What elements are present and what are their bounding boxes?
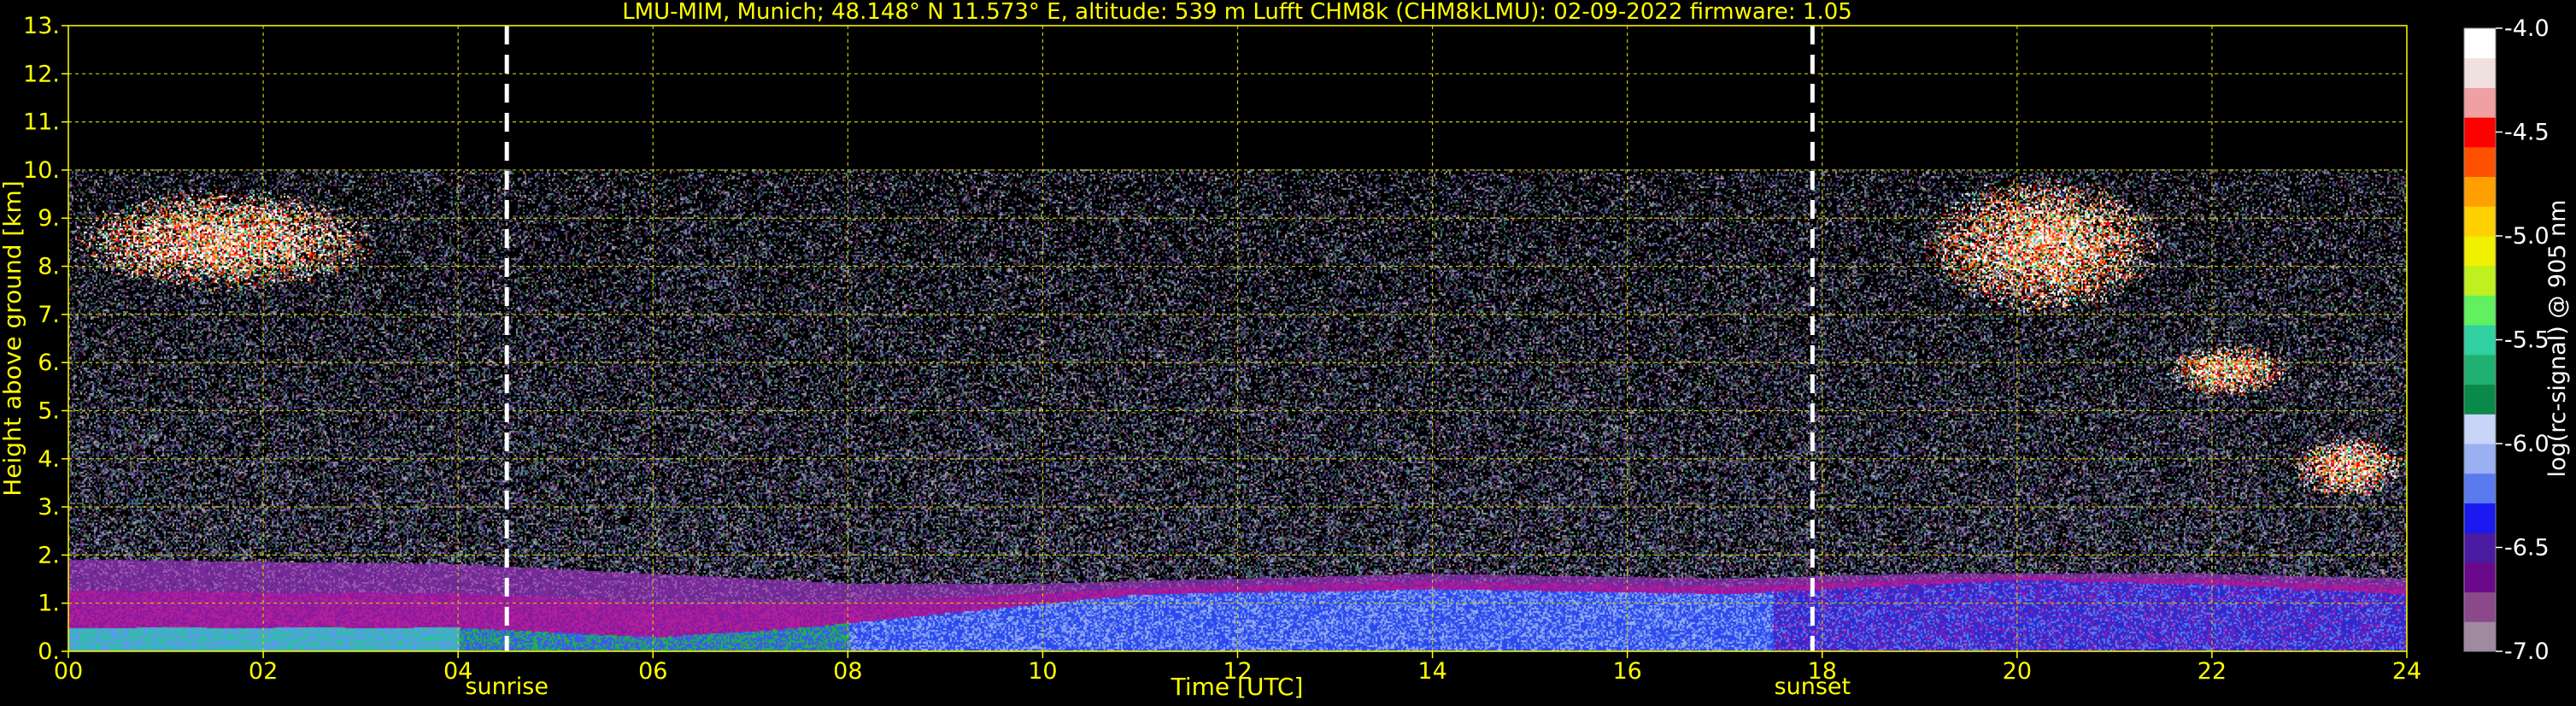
colorbar-segment xyxy=(2464,621,2496,652)
y-tick-label: 0. xyxy=(38,638,60,665)
x-tick-label: 18 xyxy=(1808,658,1837,685)
x-tick-label: 16 xyxy=(1612,658,1641,685)
colorbar-segment xyxy=(2464,57,2496,88)
colorbar-tick-label: -5.0 xyxy=(2504,223,2550,250)
colorbar-segment xyxy=(2464,473,2496,503)
colorbar-tick-label: -7.0 xyxy=(2504,638,2550,665)
y-tick-label: 6. xyxy=(38,350,60,376)
colorbar-segment xyxy=(2464,414,2496,444)
x-tick-label: 14 xyxy=(1417,658,1446,685)
colorbar-tick-label: -5.5 xyxy=(2504,327,2550,354)
colorbar-segment xyxy=(2464,384,2496,415)
x-tick-label: 06 xyxy=(638,658,667,685)
colorbar-segment xyxy=(2464,354,2496,385)
x-tick-label: 04 xyxy=(443,658,472,685)
y-tick-label: 9. xyxy=(38,205,60,232)
colorbar-segment xyxy=(2464,206,2496,237)
colorbar-tick-label: -6.0 xyxy=(2504,431,2550,457)
colorbar-segment xyxy=(2464,295,2496,326)
y-axis-label: Height above ground [km] xyxy=(0,180,26,497)
colorbar-tick-label: -4.5 xyxy=(2504,120,2550,146)
colorbar-segment xyxy=(2464,146,2496,178)
colorbar-tick-label: -6.5 xyxy=(2504,535,2550,562)
y-tick-label: 7. xyxy=(38,302,60,328)
y-tick-label: 2. xyxy=(38,542,60,568)
backscatter-heatmap xyxy=(68,26,2407,651)
sunrise-label: sunrise xyxy=(465,674,549,700)
chart-title: LMU-MIM, Munich; 48.148° N 11.573° E, al… xyxy=(622,0,1852,25)
y-tick-label: 11. xyxy=(23,109,60,136)
colorbar-segment xyxy=(2464,325,2496,356)
colorbar-segment xyxy=(2464,117,2496,148)
colorbar-segment xyxy=(2464,444,2496,474)
x-tick-label: 08 xyxy=(833,658,862,685)
colorbar-segment xyxy=(2464,591,2496,622)
x-axis-label: Time [UTC] xyxy=(1171,673,1304,701)
y-tick-label: 8. xyxy=(38,254,60,280)
y-tick-label: 3. xyxy=(38,494,60,521)
colorbar-label: log(rc-signal) @ 905 nm xyxy=(2544,200,2571,478)
y-tick-label: 10. xyxy=(23,157,60,184)
ceilometer-chart: sunrise sunset 00 02 04 06 08 10 12 14 16 18 20 22 24… xyxy=(0,0,2576,706)
colorbar-tick-label: -4.0 xyxy=(2504,15,2550,42)
colorbar-segment xyxy=(2464,28,2496,59)
x-tick-label: 20 xyxy=(2003,658,2032,685)
colorbar-segment xyxy=(2464,503,2496,533)
y-tick-label: 13. xyxy=(23,13,60,39)
x-tick-label: 22 xyxy=(2198,658,2227,685)
x-tick-label: 24 xyxy=(2392,658,2421,685)
colorbar-segment xyxy=(2464,176,2496,207)
plot-area xyxy=(68,26,2407,651)
y-tick-label: 12. xyxy=(23,61,60,87)
y-tick-label: 1. xyxy=(38,591,60,617)
colorbar-segment xyxy=(2464,236,2496,267)
colorbar-segment xyxy=(2464,562,2496,593)
colorbar-segment xyxy=(2464,265,2496,296)
colorbar-segment xyxy=(2464,87,2496,118)
colorbar-segment xyxy=(2464,532,2496,563)
y-tick-label: 5. xyxy=(38,397,60,424)
x-tick-label: 10 xyxy=(1028,658,1057,685)
x-tick-label: 02 xyxy=(249,658,278,685)
y-tick-label: 4. xyxy=(38,446,60,473)
